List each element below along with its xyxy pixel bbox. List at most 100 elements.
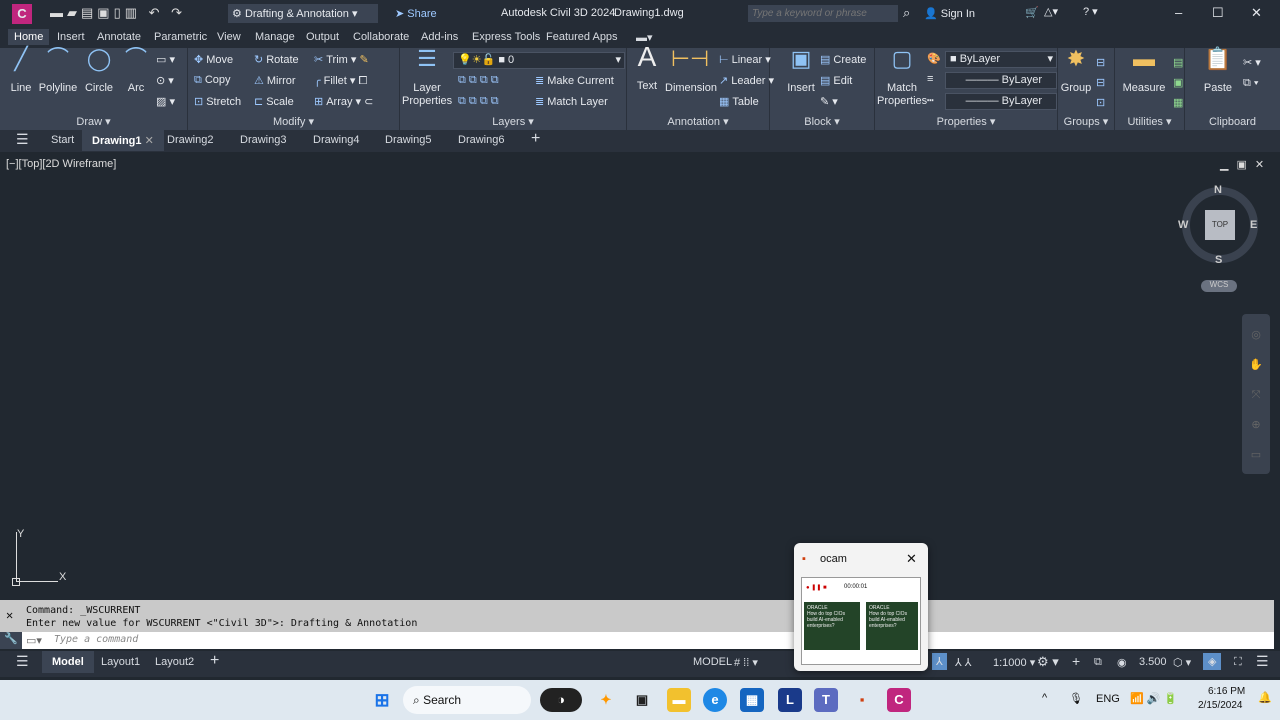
annotation-scale-dropdown[interactable]: 1:1000 ▾ (993, 656, 1035, 669)
tray-overflow-icon[interactable]: ^ (1042, 692, 1047, 704)
compass-south[interactable]: S (1215, 254, 1222, 266)
grid-icon[interactable]: # ⁞⁞ ▾ (734, 656, 758, 669)
arc-tool[interactable]: ⌒ Arc (122, 48, 150, 95)
clock-date[interactable]: 2/15/2024 (1198, 700, 1243, 711)
group-tools-icons[interactable]: ⊟ ⊟ ⊡ (1096, 53, 1105, 113)
array-button[interactable]: ⊞ Array ▾ ⊂ (314, 95, 373, 108)
close-button[interactable]: ✕ (1251, 5, 1262, 21)
menu-icon[interactable]: ☰ (16, 131, 29, 148)
search-icon[interactable]: ⌕ (903, 5, 910, 21)
l-app-icon[interactable]: L (778, 688, 802, 712)
help-search-input[interactable] (748, 5, 898, 22)
tag-icon[interactable]: ◈ (1203, 653, 1222, 670)
cut-copy-icons[interactable]: ✂ ▾ ⧉ ▾ (1243, 53, 1261, 93)
model-space-toggle[interactable]: MODEL (693, 656, 732, 668)
ribbon-tab-home[interactable]: Home (8, 29, 50, 45)
doc-tab-drawing6[interactable]: Drawing6 (458, 134, 504, 146)
ribbon-tab-collaborate[interactable]: Collaborate (353, 31, 409, 43)
viewport-window-controls[interactable]: ▁▣✕ (1220, 158, 1272, 171)
leader-button[interactable]: ↗ Leader ▾ (719, 74, 774, 87)
ribbon-tab-annotate[interactable]: Annotate (97, 31, 141, 43)
task-view-icon[interactable]: ▣ (630, 688, 654, 712)
compass-north[interactable]: N (1214, 184, 1222, 196)
properties-panel-title[interactable]: Properties ▾ (875, 115, 1057, 128)
create-block-button[interactable]: ▤ Create (820, 53, 866, 66)
utilities-panel-title[interactable]: Utilities ▾ (1115, 115, 1184, 128)
workspace-dropdown[interactable]: ⚙ Drafting & Annotation ▾ (228, 4, 378, 23)
close-tab-icon[interactable]: ✕ (145, 135, 154, 147)
microphone-icon[interactable]: 🎙 (1069, 692, 1083, 705)
insert-button[interactable]: ▣ Insert (784, 48, 818, 95)
annotation-panel-title[interactable]: Annotation ▾ (627, 115, 769, 128)
sign-in-button[interactable]: 👤 Sign In (924, 7, 975, 20)
copy-button[interactable]: ⧉ Copy (194, 74, 231, 87)
autodesk-icon[interactable]: △▾ (1044, 5, 1058, 18)
teams-icon[interactable]: T (814, 688, 838, 712)
measure-button[interactable]: ▬ Measure (1119, 48, 1169, 95)
customize-menu-icon[interactable]: ☰ (1256, 653, 1269, 670)
ocam-taskbar-icon[interactable]: ▪ (850, 688, 874, 712)
move-button[interactable]: ✥ Move (194, 53, 233, 66)
dimension-button[interactable]: ⊢⊣ Dimension (665, 48, 717, 95)
minimize-button[interactable]: – (1175, 5, 1182, 20)
isolate-icon[interactable]: ⧉ (1094, 656, 1102, 669)
units-icon[interactable]: ◉ (1117, 656, 1127, 669)
share-button[interactable]: ➤ Share (395, 7, 437, 20)
lineweight-dropdown[interactable]: ——— ByLayer (945, 93, 1057, 110)
copilot-icon[interactable]: ◑ (540, 688, 582, 712)
new-tab-button[interactable]: + (531, 130, 540, 148)
annotation-visibility-icon[interactable]: ⅄ (932, 653, 947, 670)
stretch-button[interactable]: ⊡ Stretch (194, 95, 241, 108)
layout-tab-model[interactable]: Model (42, 651, 94, 673)
doc-tab-drawing1[interactable]: Drawing1 ✕ (82, 130, 164, 151)
block-panel-title[interactable]: Block ▾ (770, 115, 874, 128)
wrench-icon[interactable]: 🔧 (0, 632, 22, 649)
edge-icon[interactable]: e (703, 688, 727, 712)
layer-tool-icons-2[interactable]: ⧉ ⧉ ⧉ ⧉ (458, 95, 499, 108)
ribbon-tab-add-ins[interactable]: Add-ins (421, 31, 458, 43)
edit-block-button[interactable]: ▤ Edit (820, 74, 852, 87)
layout-menu-icon[interactable]: ☰ (16, 653, 29, 670)
layer-properties-button[interactable]: ☰ Layer Properties (402, 48, 452, 108)
close-command-icon[interactable]: ✕ (6, 608, 13, 622)
match-layer-button[interactable]: ≣ Match Layer (535, 95, 608, 108)
layer-dropdown[interactable]: 💡☀🔓 ■ 0 ▾ (453, 52, 625, 69)
command-prompt-icon[interactable]: ▭▾ (26, 634, 42, 647)
network-volume-battery-icons[interactable]: 📶 🔊 🔋 (1130, 692, 1177, 705)
linear-button[interactable]: ⊢ Linear ▾ (719, 53, 771, 66)
scale-button[interactable]: ⊏ Scale (254, 95, 294, 108)
ribbon-tab-parametric[interactable]: Parametric (154, 31, 207, 43)
make-current-button[interactable]: ≣ Make Current (535, 74, 614, 87)
compass-east[interactable]: E (1250, 219, 1257, 231)
autoscale-icons[interactable]: ⅄ ⅄ (955, 656, 972, 669)
doc-tab-drawing4[interactable]: Drawing4 (313, 134, 359, 146)
clock-time[interactable]: 6:16 PM (1208, 686, 1245, 697)
rotate-button[interactable]: ↻ Rotate (254, 53, 299, 66)
draw-panel-title[interactable]: Draw ▾ (0, 115, 187, 128)
workspace-gear-icon[interactable]: ⚙ ▾ (1037, 654, 1059, 670)
rectangle-icon[interactable]: ▭ ▾ (156, 53, 175, 66)
hatch-icon[interactable]: ▨ ▾ (156, 95, 175, 108)
trim-button[interactable]: ✂ Trim ▾ ✎ (314, 53, 369, 66)
app-logo[interactable]: C (12, 4, 32, 24)
layout-tab-layout2[interactable]: Layout2 (155, 656, 194, 668)
language-indicator[interactable]: ENG (1096, 693, 1120, 705)
doc-tab-drawing5[interactable]: Drawing5 (385, 134, 431, 146)
drawing-viewport[interactable]: [−][Top][2D Wireframe] ▁▣✕ TOP N S E W W… (0, 152, 1280, 598)
color-dropdown[interactable]: ■ ByLayer ▾ (945, 51, 1057, 68)
fullscreen-icon[interactable]: ⛶ (1234, 656, 1242, 669)
wcs-menu[interactable]: WCS (1201, 280, 1237, 292)
layers-panel-title[interactable]: Layers ▾ (400, 115, 626, 128)
store-icon[interactable]: ▦ (740, 688, 764, 712)
civil3d-taskbar-icon[interactable]: C (887, 688, 911, 712)
polyline-tool[interactable]: ⌒ Polyline (38, 48, 78, 95)
help-icon[interactable]: ? ▾ (1083, 5, 1098, 18)
crosshair-icon[interactable]: + (1072, 653, 1080, 669)
match-properties-button[interactable]: ▢ Match Properties (877, 48, 927, 108)
line-tool[interactable]: ╱ Line (6, 48, 36, 95)
annotation-monitor-icon[interactable]: ⬡ ▾ (1173, 656, 1191, 669)
maximize-button[interactable]: ☐ (1212, 5, 1224, 21)
viewport-controls[interactable]: [−][Top][2D Wireframe] (6, 158, 116, 170)
viewcube-top[interactable]: TOP (1205, 210, 1235, 240)
windows-start-icon[interactable]: ⊞ (370, 688, 394, 712)
